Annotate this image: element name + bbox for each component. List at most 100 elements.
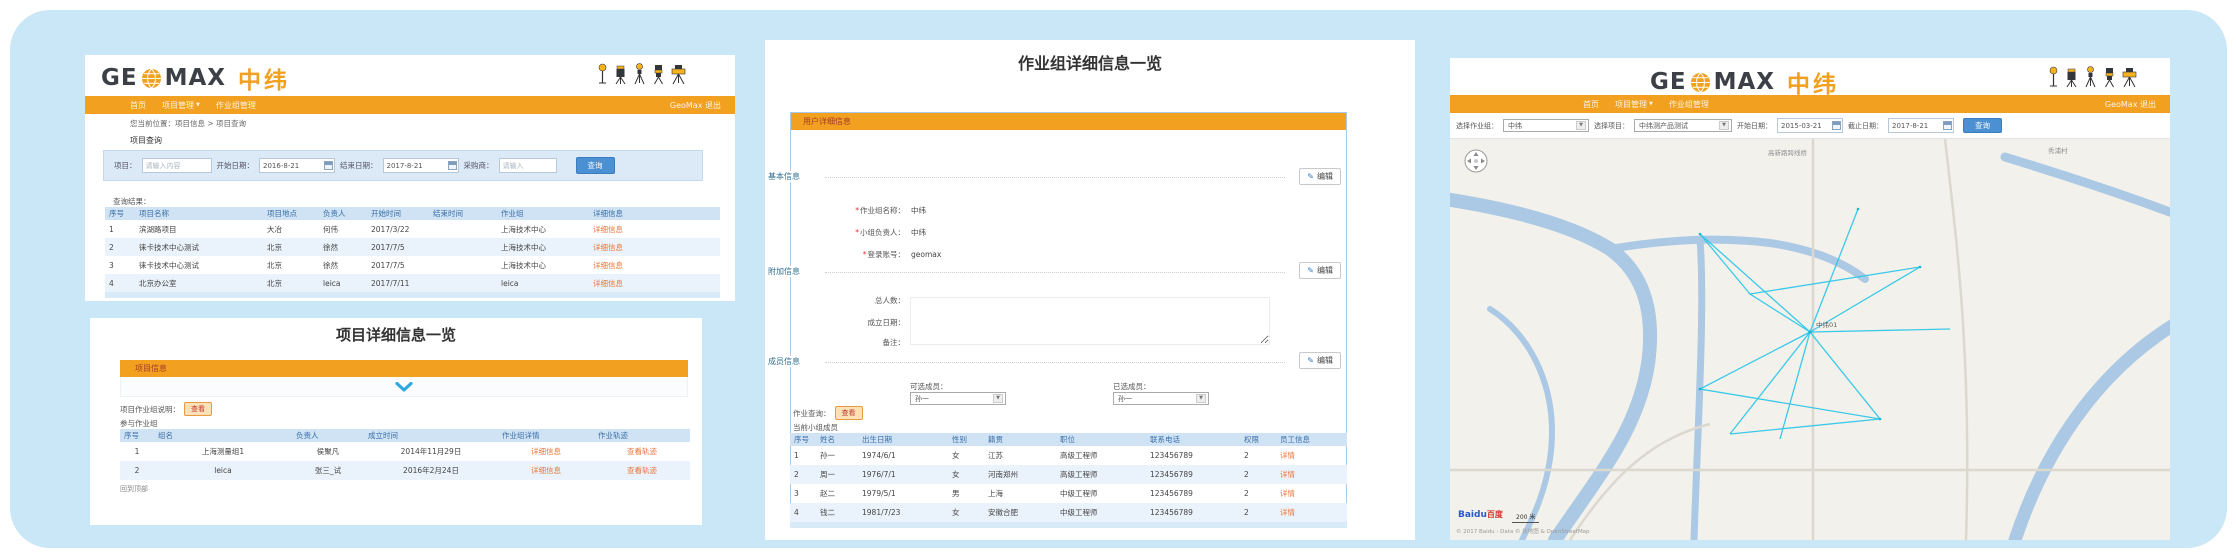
table-link[interactable]: 详细信息: [589, 220, 720, 238]
calendar-icon[interactable]: [448, 161, 457, 170]
table-cell: 徕卡技术中心测试: [135, 238, 263, 256]
project-results-table: 序号项目名称项目地点负责人开始时间结束时间作业组详细信息1滨湖路项目大冶何伟20…: [105, 207, 720, 298]
calendar-icon[interactable]: [1943, 121, 1952, 130]
column-header: 出生日期: [858, 433, 948, 446]
table-cell: 北京: [263, 238, 319, 256]
project-detail-window: 项目详细信息一览 项目信息 项目作业组说明： 查看 参与作业组 序号组名负责人成…: [90, 318, 702, 525]
table-link[interactable]: 详情: [1276, 503, 1347, 522]
map-canvas[interactable]: Baidu百度 200 米 © 2017 Baidu - Data © 长地图 …: [1450, 139, 2170, 540]
back-to-top-link[interactable]: 回到顶部: [120, 484, 148, 494]
logout-link[interactable]: GeoMax 退出: [2105, 99, 2170, 110]
logo-text-cn: 中纬: [1787, 65, 1839, 99]
selected-members-label: 已选成员：: [1113, 381, 1151, 392]
project-input[interactable]: [142, 158, 212, 173]
table-link[interactable]: 详情: [1276, 465, 1347, 484]
edit-basic-button[interactable]: ✎编辑: [1299, 168, 1341, 185]
nav-project-management[interactable]: 项目管理▼: [1615, 99, 1653, 110]
table-cell: 2: [105, 238, 135, 256]
column-header: 开始时间: [367, 207, 429, 220]
nav-workgroup-management[interactable]: 作业组管理: [216, 100, 256, 111]
table-cell: 3: [105, 256, 135, 274]
column-header: 项目地点: [263, 207, 319, 220]
table-link[interactable]: 详细信息: [589, 274, 720, 292]
table-cell: 123456789: [1146, 465, 1240, 484]
workgroup-table: 序号组名负责人成立时间作业组详情作业轨迹1上海测量组1侯聚凡2014年11月29…: [120, 429, 690, 480]
table-cell: 2: [1240, 446, 1276, 465]
nav-project-management[interactable]: 项目管理▼: [162, 100, 200, 111]
table-cell: 1981/7/23: [858, 503, 948, 522]
table-link[interactable]: 详细信息: [498, 442, 594, 461]
nav-workgroup-management[interactable]: 作业组管理: [1669, 99, 1709, 110]
table-link[interactable]: 查看轨迹: [594, 461, 690, 480]
map-window: GE MAX 中纬 首页 项目管理▼ 作业组管理 GeoMax 退出 选择作业组…: [1450, 58, 2170, 540]
page-title: 作业组详细信息一览: [765, 50, 1415, 74]
table-cell: 上海技术中心: [497, 220, 589, 238]
table-link[interactable]: 详情: [1276, 446, 1347, 465]
gnss-rover-icon: [596, 63, 609, 85]
nav-home[interactable]: 首页: [130, 100, 146, 111]
column-header: 联系电话: [1146, 433, 1240, 446]
table-cell: 孙一: [816, 446, 858, 465]
selected-members-select[interactable]: 孙一▼: [1113, 392, 1209, 405]
table-link[interactable]: 详细信息: [589, 256, 720, 274]
chevron-down-icon: ▼: [1719, 121, 1729, 130]
instrument-icons: [596, 63, 687, 85]
column-header: 职位: [1056, 433, 1146, 446]
divider: [825, 362, 1285, 363]
column-header: 作业组详情: [498, 429, 594, 442]
page-title: 项目详细信息一览: [90, 324, 702, 345]
table-row: 4钱二1981/7/23女安徽合肥中级工程师1234567892详情: [790, 503, 1347, 522]
column-header: 姓名: [816, 433, 858, 446]
map-search-button[interactable]: 查询: [1963, 118, 2002, 133]
edit-extra-button[interactable]: ✎编辑: [1299, 262, 1341, 279]
gnss-rover-icon: [2047, 66, 2060, 88]
logo-text-ge: GE: [101, 65, 138, 91]
calendar-icon[interactable]: [324, 161, 333, 170]
chevron-down-icon: ▼: [196, 103, 200, 108]
logo-text-ge: GE: [1650, 69, 1687, 95]
view-note-button[interactable]: 查看: [184, 402, 212, 416]
edit-members-button[interactable]: ✎编辑: [1299, 352, 1341, 369]
column-header: 作业轨迹: [594, 429, 690, 442]
search-button[interactable]: 查询: [576, 157, 615, 174]
calendar-icon[interactable]: [1832, 121, 1841, 130]
gnss-base-icon: [2083, 66, 2098, 88]
project-query-window: GE MAX 中纬 首页 项目管理▼ 作业组管理 GeoMax 退出 您当前位置…: [85, 55, 735, 301]
available-members-select[interactable]: 孙一▼: [910, 392, 1006, 405]
buyer-input[interactable]: [499, 158, 557, 173]
map-pan-control[interactable]: [1462, 147, 1490, 175]
table-cell: 河南郑州: [984, 465, 1056, 484]
account-label: 登录账号：: [868, 250, 906, 259]
logo-text-max: MAX: [165, 65, 226, 91]
table-cell: 2017/7/5: [367, 256, 429, 274]
job-query-view-button[interactable]: 查看: [835, 406, 863, 420]
table-cell: leica: [319, 274, 367, 292]
logout-link[interactable]: GeoMax 退出: [670, 100, 735, 111]
project-select[interactable]: 中纬测产品测试▼: [1634, 119, 1732, 132]
map-graphics: [1450, 139, 2170, 540]
pencil-icon: ✎: [1307, 356, 1314, 365]
chevron-down-icon: [394, 382, 414, 392]
leader-value: 中纬: [911, 227, 926, 238]
nav-home[interactable]: 首页: [1583, 99, 1599, 110]
column-header: 序号: [790, 433, 816, 446]
table-cell: 1: [120, 442, 154, 461]
workgroup-note-label: 项目作业组说明：: [120, 404, 180, 415]
table-link[interactable]: 详细信息: [498, 461, 594, 480]
results-label: 查询结果：: [113, 196, 151, 207]
table-cell: 2: [120, 461, 154, 480]
level-icon: [670, 63, 687, 85]
query-section-title: 项目查询: [130, 135, 162, 146]
table-cell: 中级工程师: [1056, 484, 1146, 503]
table-cell: 上海: [984, 484, 1056, 503]
table-row: 1上海测量组1侯聚凡2014年11月29日详细信息查看轨迹: [120, 442, 690, 461]
remark-textarea[interactable]: [910, 297, 1270, 345]
table-cell: 上海技术中心: [497, 238, 589, 256]
table-link[interactable]: 查看轨迹: [594, 442, 690, 461]
table-link[interactable]: 详情: [1276, 484, 1347, 503]
collapse-toggle[interactable]: [120, 377, 688, 397]
workgroup-select[interactable]: 中纬▼: [1503, 119, 1589, 132]
available-members-label: 可选成员：: [910, 381, 948, 392]
table-link[interactable]: 详细信息: [589, 238, 720, 256]
map-attribution: © 2017 Baidu - Data © 长地图 & OpenStreetMa…: [1456, 527, 1590, 535]
